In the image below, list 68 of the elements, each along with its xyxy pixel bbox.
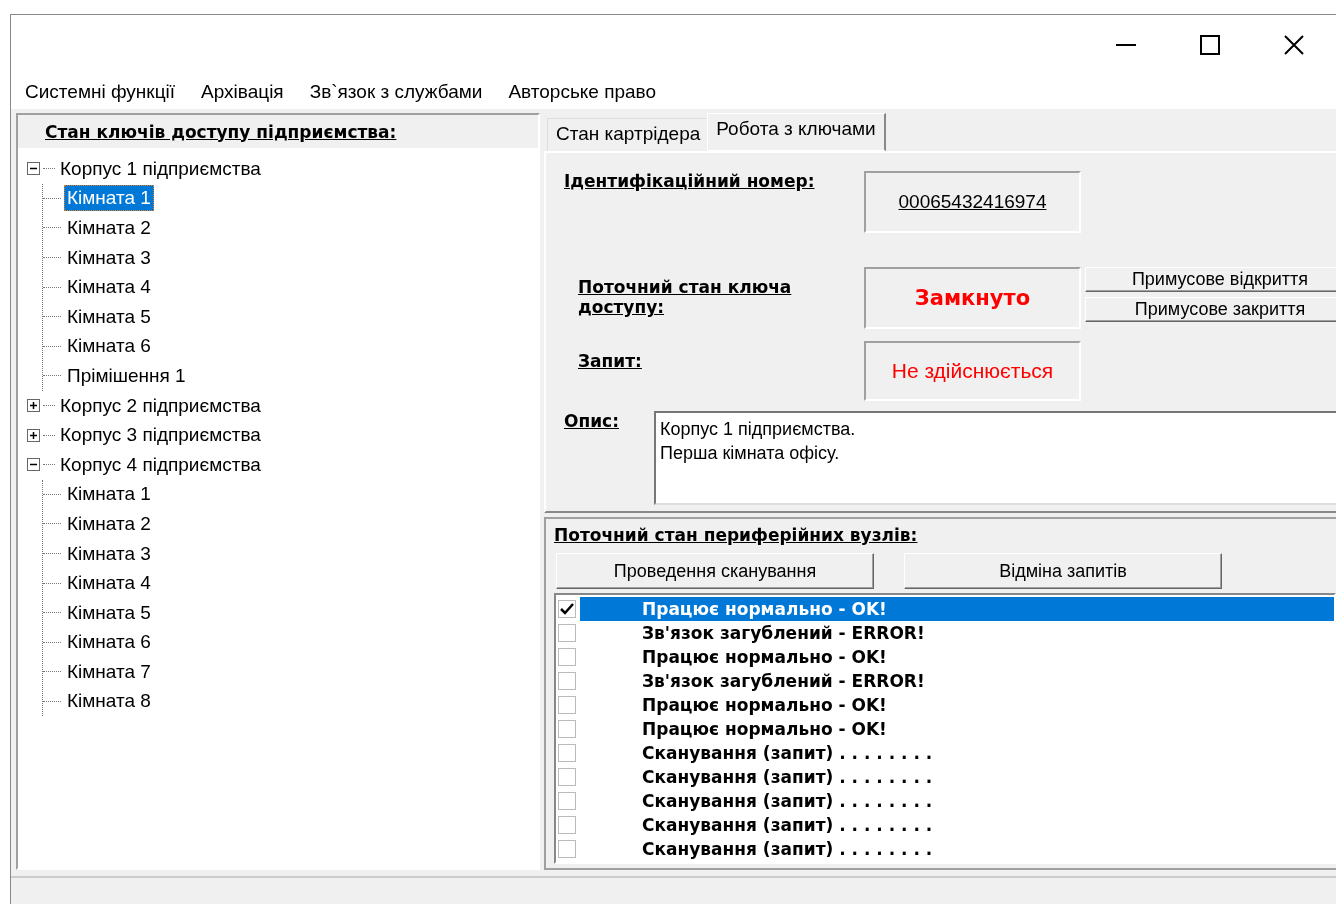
tree-item[interactable]: Кімната 4: [64, 570, 154, 597]
id-display: 00065432416974: [864, 171, 1081, 233]
list-item[interactable]: Сканування (запит) . . . . . . . .: [580, 765, 1334, 789]
action-button[interactable]: Проведення сканування: [556, 553, 874, 589]
list-item[interactable]: Працює нормально - OK!: [580, 597, 1334, 621]
tree-item[interactable]: Корпус 1 підприємства: [57, 155, 264, 182]
tree-item[interactable]: Корпус 4 підприємства: [57, 451, 264, 478]
tree-item[interactable]: Кімната 5: [64, 303, 154, 330]
tree-item[interactable]: Прімішення 1: [64, 362, 189, 389]
list-item[interactable]: Сканування (запит) . . . . . . . .: [580, 813, 1334, 837]
list-item[interactable]: Сканування (запит) . . . . . . . .: [580, 789, 1334, 813]
list-item[interactable]: Зв'язок загублений - ERROR!: [580, 669, 1334, 693]
field-label: Ідентифікаційний номер:: [564, 171, 815, 191]
tree-item[interactable]: Кімната 1: [64, 481, 154, 508]
action-button[interactable]: Примусове відкриття: [1085, 267, 1336, 292]
minimize-icon[interactable]: [1116, 44, 1136, 46]
tree-item[interactable]: Кімната 8: [64, 688, 154, 715]
menu-item[interactable]: Зв`язок з службами: [309, 79, 483, 105]
list-item[interactable]: Працює нормально - OK!: [580, 717, 1334, 741]
tab[interactable]: Робота з ключами: [707, 113, 886, 151]
tree-item[interactable]: Корпус 3 підприємства: [57, 422, 264, 449]
tree-item[interactable]: Кімната 2: [64, 510, 154, 537]
collapse-icon[interactable]: [26, 161, 41, 177]
panel-title: Стан ключів доступу підприємства:: [45, 121, 397, 142]
checkbox[interactable]: [558, 672, 576, 690]
action-button[interactable]: Відміна запитів: [904, 553, 1222, 589]
tab[interactable]: Стан картрідера: [547, 118, 710, 151]
expand-icon[interactable]: [26, 427, 41, 443]
tree-item[interactable]: Кімната 3: [64, 244, 154, 271]
section-title: Поточний стан периферійних вузлів:: [554, 525, 918, 545]
list-item[interactable]: Сканування (запит) . . . . . . . .: [580, 837, 1334, 861]
menu-item[interactable]: Архівація: [201, 79, 284, 105]
checkbox[interactable]: [558, 792, 576, 810]
list-item[interactable]: Зв'язок загублений - ERROR!: [580, 621, 1334, 645]
checkbox[interactable]: [558, 720, 576, 738]
description-field[interactable]: Корпус 1 підприємства. Перша кімната офісу.: [654, 411, 1336, 505]
checkbox[interactable]: [558, 648, 576, 666]
tree-item[interactable]: Корпус 2 підприємства: [57, 392, 264, 419]
maximize-icon[interactable]: [1200, 35, 1220, 55]
collapse-icon[interactable]: [26, 457, 41, 473]
checkbox[interactable]: [558, 768, 576, 786]
tree-item[interactable]: Кімната 1: [64, 185, 154, 212]
field-label: Опис:: [564, 411, 619, 431]
list-item[interactable]: Працює нормально - OK!: [580, 645, 1334, 669]
checkbox[interactable]: [558, 624, 576, 642]
tree-item[interactable]: Кімната 4: [64, 274, 154, 301]
checkbox[interactable]: [558, 816, 576, 834]
expand-icon[interactable]: [26, 398, 41, 414]
tree-item[interactable]: Кімната 7: [64, 658, 154, 685]
list-item[interactable]: Працює нормально - OK!: [580, 693, 1334, 717]
checkbox[interactable]: [558, 840, 576, 858]
checkbox[interactable]: [558, 744, 576, 762]
checkbox[interactable]: [558, 600, 576, 618]
tree-item[interactable]: Кімната 6: [64, 333, 154, 360]
field-label: Поточний стан ключа доступу:: [578, 277, 793, 317]
request-display: Не здійснюється: [864, 341, 1081, 401]
menu-item[interactable]: Авторське право: [508, 79, 657, 105]
menu-item[interactable]: Системні функції: [25, 79, 176, 105]
tree-item[interactable]: Кімната 3: [64, 540, 154, 567]
tree-item[interactable]: Кімната 5: [64, 599, 154, 626]
checkbox[interactable]: [558, 696, 576, 714]
tree-item[interactable]: Кімната 2: [64, 215, 154, 241]
field-label: Запит:: [578, 351, 642, 371]
list-item[interactable]: Сканування (запит) . . . . . . . .: [580, 741, 1334, 765]
close-icon[interactable]: [1284, 35, 1304, 55]
state-display: Замкнуто: [864, 267, 1081, 329]
tree-item[interactable]: Кімната 6: [64, 629, 154, 656]
action-button[interactable]: Примусове закриття: [1085, 297, 1336, 322]
